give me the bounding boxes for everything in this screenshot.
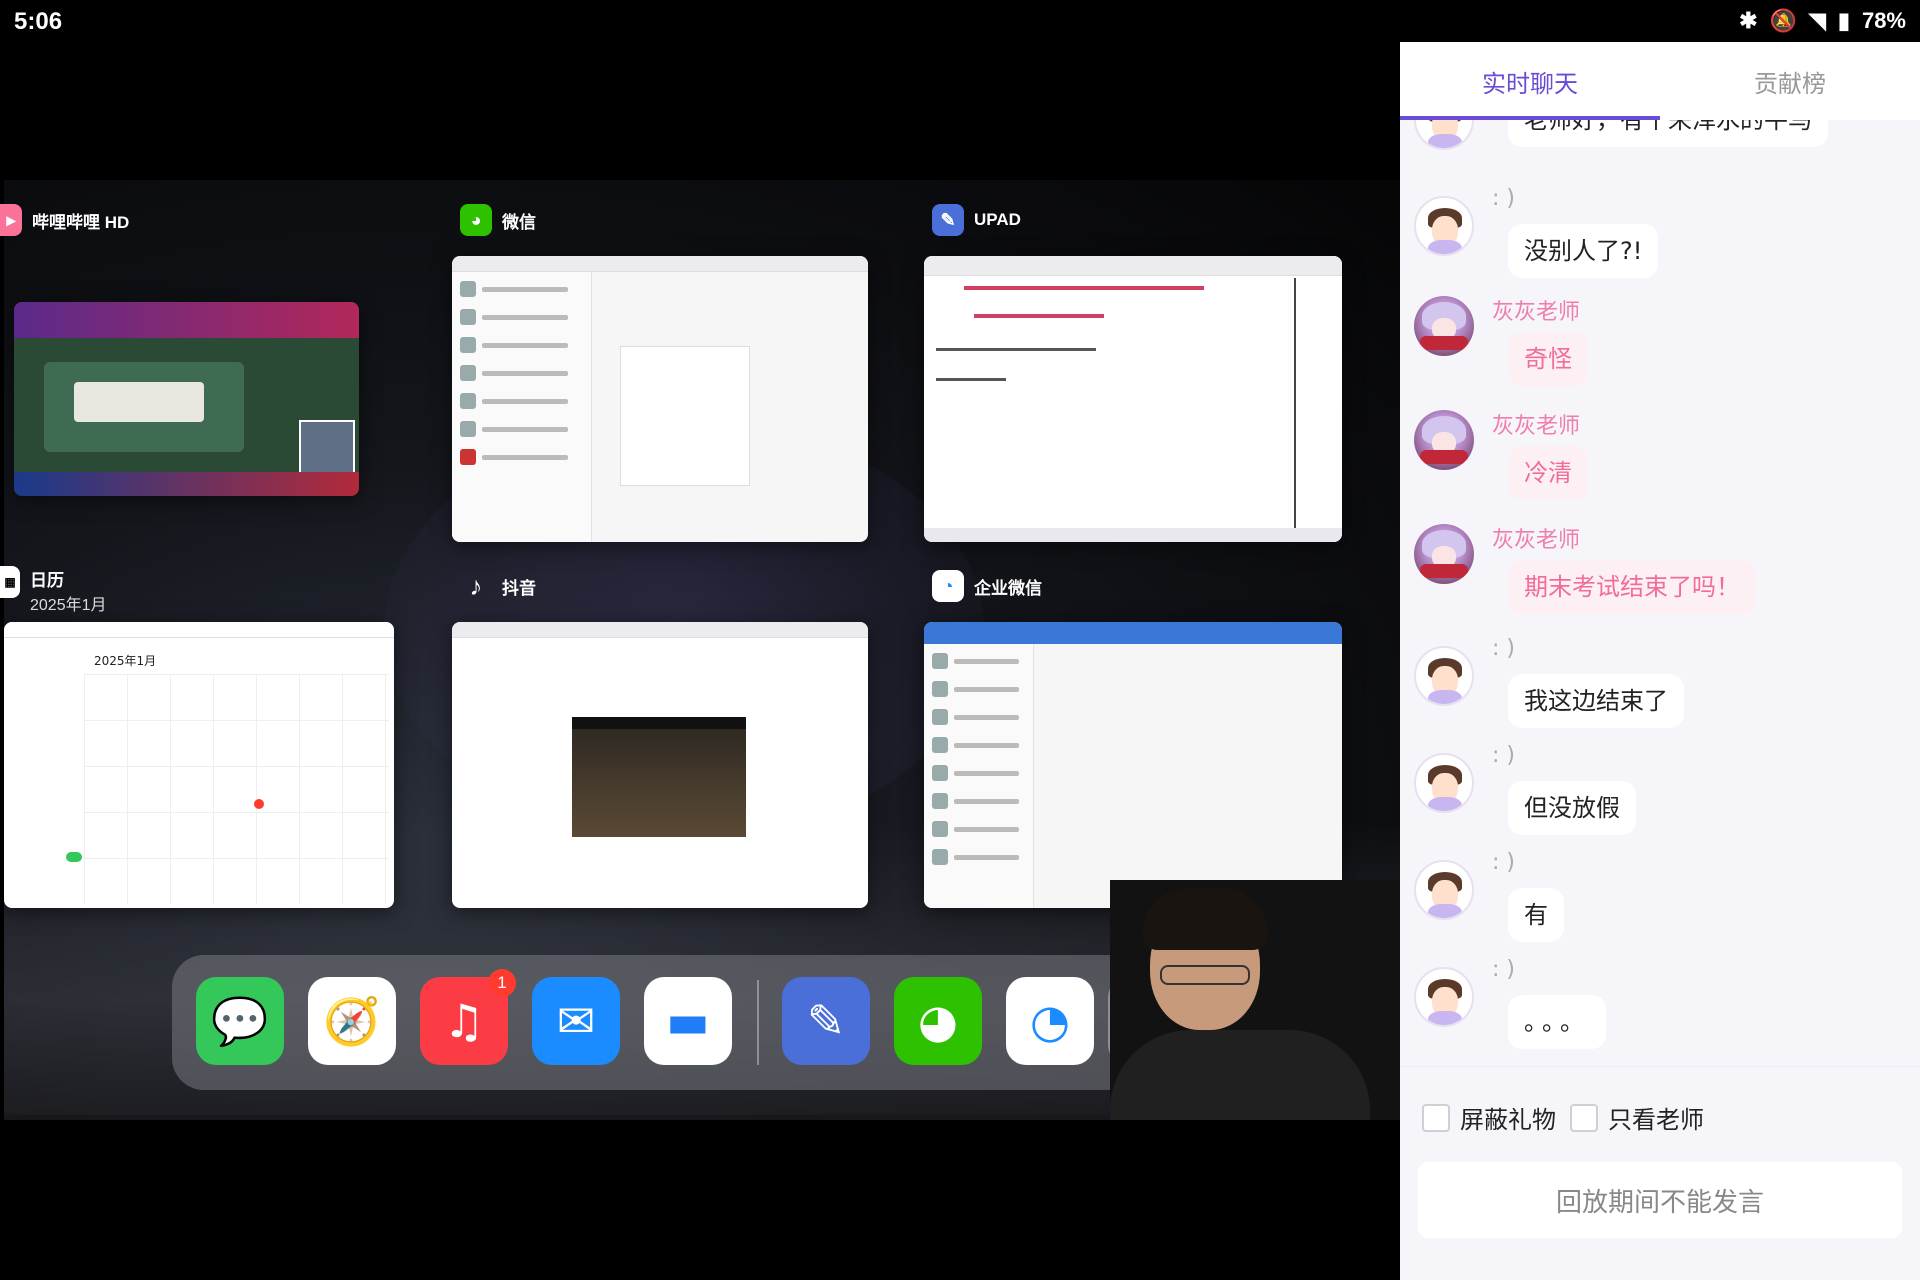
message-bubble: 我这边结束了 [1508, 674, 1684, 728]
user-avatar [1414, 860, 1474, 920]
wechat-card[interactable] [452, 256, 868, 542]
chat-footer: 屏蔽礼物 只看老师 回放期间不能发言 [1400, 1066, 1920, 1280]
user-nickname: : ) [1492, 957, 1515, 982]
user-avatar [1414, 120, 1474, 150]
ipad-dock: 💬 🧭 ♫ 1 ✉ ▬ ✎ ◕ ◔ ◉ [172, 955, 1192, 1090]
chat-tabs: 实时聊天 贡献榜 [1400, 42, 1920, 120]
calendar-icon: ▦ [0, 566, 20, 598]
mail-icon[interactable]: ✉ [532, 977, 620, 1065]
user-nickname: : ) [1492, 850, 1515, 875]
app-label-wecom: ◔ 企业微信 [932, 570, 1042, 602]
app-label-douyin: ♪ 抖音 [460, 570, 537, 602]
bilibili-card[interactable] [14, 302, 359, 496]
user-avatar [1414, 967, 1474, 1027]
app-label-bilibili: ▸ 哔哩哔哩 HD [0, 204, 129, 236]
wecom-icon: ◔ [932, 570, 964, 602]
app-label-calendar: ▦ 日历 2025年1月 [0, 566, 107, 615]
chat-list[interactable]: 老师好，有个来浑水的牛马 : ) 没别人了?! 灰灰老师 奇怪 灰灰老师 冷清 [1400, 120, 1920, 1065]
app-label-upad: ✎ UPAD [932, 204, 1021, 236]
message-bubble: 奇怪 [1508, 332, 1588, 386]
user-nickname: : ) [1492, 186, 1515, 211]
message-bubble: 没别人了?! [1508, 224, 1659, 278]
user-avatar [1414, 646, 1474, 706]
wechat-icon[interactable]: ◕ [894, 977, 982, 1065]
app-label-wechat: ◕ 微信 [460, 204, 536, 236]
bluetooth-icon: ✱ [1739, 8, 1758, 33]
video-player[interactable]: 5:06 ▸ 哔哩哔哩 HD ◕ 微信 ✎ UPAD ▦ 日历 2025年1月 … [0, 0, 1400, 1280]
message-bubble: 。。。 [1508, 995, 1606, 1049]
user-nickname: : ) [1492, 743, 1515, 768]
wechat-icon: ◕ [460, 204, 492, 236]
calendar-card[interactable]: 2025年1月 [4, 622, 394, 908]
user-nickname: : ) [1492, 636, 1515, 661]
battery-icon: ▮ [1837, 8, 1850, 33]
message-bubble: 但没放假 [1508, 781, 1636, 835]
block-gifts-toggle[interactable]: 屏蔽礼物 [1422, 1100, 1556, 1135]
files-icon[interactable]: ▬ [644, 977, 732, 1065]
user-avatar [1414, 196, 1474, 256]
teacher-avatar [1414, 296, 1474, 356]
chat-input-disabled[interactable]: 回放期间不能发言 [1418, 1162, 1902, 1238]
only-teacher-toggle[interactable]: 只看老师 [1570, 1100, 1704, 1135]
safari-icon[interactable]: 🧭 [308, 977, 396, 1065]
teacher-nickname: 灰灰老师 [1492, 528, 1581, 553]
dock-separator [757, 980, 759, 1065]
teacher-nickname: 灰灰老师 [1492, 414, 1581, 439]
wifi-icon: ◥ [1808, 8, 1826, 33]
wecom-card[interactable] [924, 622, 1342, 908]
messages-icon[interactable]: 💬 [196, 977, 284, 1065]
message-bubble: 冷清 [1508, 446, 1588, 500]
only-teacher-checkbox[interactable] [1570, 1103, 1598, 1132]
teacher-avatar [1414, 410, 1474, 470]
tab-live-chat[interactable]: 实时聊天 [1400, 42, 1660, 120]
douyin-card[interactable] [452, 622, 868, 908]
message-bubble: 老师好，有个来浑水的牛马 [1508, 120, 1828, 147]
tab-contribution[interactable]: 贡献榜 [1660, 42, 1920, 120]
douyin-icon: ♪ [469, 570, 483, 601]
upad-card[interactable] [924, 256, 1342, 542]
teacher-nickname: 灰灰老师 [1492, 300, 1581, 325]
upad-icon[interactable]: ✎ [782, 977, 870, 1065]
teacher-avatar [1414, 524, 1474, 584]
bilibili-icon: ▸ [0, 204, 22, 236]
presenter-webcam [1110, 880, 1400, 1120]
ipad-status-time: 5:06 [14, 8, 63, 35]
battery-level: 78% [1861, 8, 1906, 33]
block-gifts-checkbox[interactable] [1422, 1103, 1450, 1132]
wecom-icon[interactable]: ◔ [1006, 977, 1094, 1065]
user-avatar [1414, 753, 1474, 813]
upad-icon: ✎ [932, 204, 964, 236]
system-status-bar: ✱ 🔕 ◥ ▮ 78% [1400, 0, 1920, 42]
mute-icon: 🔕 [1769, 8, 1797, 33]
message-bubble: 有 [1508, 888, 1564, 942]
chat-panel: ✱ 🔕 ◥ ▮ 78% 实时聊天 贡献榜 老师好，有个来浑水的牛马 : ) 没别… [1400, 0, 1920, 1280]
message-bubble: 期末考试结束了吗！ [1508, 560, 1756, 614]
music-badge: 1 [488, 969, 516, 997]
music-icon[interactable]: ♫ 1 [420, 969, 516, 1065]
